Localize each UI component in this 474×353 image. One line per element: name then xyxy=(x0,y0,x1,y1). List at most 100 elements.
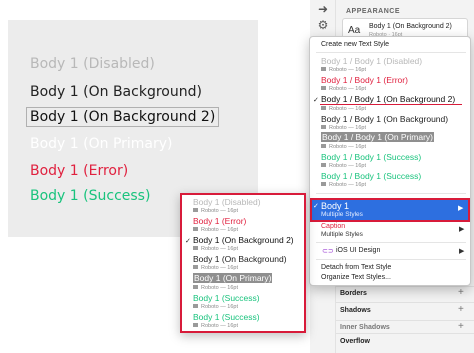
menu-style-on-background[interactable]: Body 1 / Body 1 (On Background) xyxy=(321,114,448,124)
menu-separator xyxy=(316,259,466,260)
style-meta: Roboto — 16pt xyxy=(321,144,366,150)
menu-separator xyxy=(316,193,466,194)
group-subtitle: Multiple Styles xyxy=(321,211,363,218)
on-primary-label: Body 1 / Body 1 (On Primary) xyxy=(321,132,435,142)
callout-underline xyxy=(320,104,462,105)
style-meta: Roboto — 16pt xyxy=(321,106,366,112)
body1-submenu: Body 1 (Disabled) Roboto — 16pt Body 1 (… xyxy=(180,193,306,333)
menu-group-ios[interactable]: iOS UI Design xyxy=(336,247,380,254)
font-icon xyxy=(193,208,198,212)
style-meta-text: Roboto — 16pt xyxy=(329,106,366,112)
menu-group-body1[interactable]: ✓ Body 1 Multiple Styles ▶ xyxy=(310,198,470,222)
font-icon xyxy=(193,304,198,308)
menu-style-on-background-2[interactable]: Body 1 / Body 1 (On Background 2) xyxy=(321,94,455,104)
text-style-menu: Create new Text Style Body 1 / Body 1 (D… xyxy=(309,36,471,286)
text-layer-on-primary[interactable]: Body 1 (On Primary) xyxy=(30,136,173,152)
style-meta-text: Roboto — 16pt xyxy=(329,144,366,150)
gear-icon[interactable]: ⚙ xyxy=(316,18,330,32)
submenu-style-error[interactable]: Body 1 (Error) xyxy=(193,216,246,226)
font-icon xyxy=(193,227,198,231)
style-meta-text: Roboto — 16pt xyxy=(201,304,238,310)
caption-subtitle: Multiple Styles xyxy=(321,231,363,238)
menu-style-success-2[interactable]: Body 1 / Body 1 (Success) xyxy=(321,171,421,181)
text-layer-error[interactable]: Body 1 (Error) xyxy=(30,163,128,179)
style-meta-text: Roboto — 16pt xyxy=(329,67,366,73)
submenu-style-on-background-2[interactable]: Body 1 (On Background 2) xyxy=(193,235,294,245)
style-meta-text: Roboto — 16pt xyxy=(329,182,366,188)
menu-separator xyxy=(316,52,466,53)
font-icon xyxy=(321,144,326,148)
style-meta-text: Roboto — 16pt xyxy=(201,227,238,233)
checkmark-icon: ✓ xyxy=(313,203,319,210)
divider xyxy=(336,320,474,321)
font-icon xyxy=(321,163,326,167)
submenu-style-success-2[interactable]: Body 1 (Success) xyxy=(193,312,260,322)
font-icon xyxy=(321,106,326,110)
text-style-aa-icon: Aa xyxy=(348,25,361,36)
checkmark-icon: ✓ xyxy=(185,238,191,245)
style-meta: Roboto — 16pt xyxy=(321,182,366,188)
style-meta: Roboto — 16pt xyxy=(193,304,238,310)
font-icon xyxy=(321,86,326,90)
shadows-section[interactable]: Shadows xyxy=(340,307,371,314)
font-icon xyxy=(193,323,198,327)
style-meta: Roboto — 16pt xyxy=(321,67,366,73)
menu-style-disabled[interactable]: Body 1 / Body 1 (Disabled) xyxy=(321,56,422,66)
style-meta-text: Roboto — 16pt xyxy=(201,323,238,329)
style-meta: Roboto — 16pt xyxy=(321,163,366,169)
create-text-style-item[interactable]: Create new Text Style xyxy=(321,41,389,48)
insert-arrow-icon[interactable]: ➜ xyxy=(316,2,330,16)
submenu-style-success[interactable]: Body 1 (Success) xyxy=(193,293,260,303)
submenu-style-disabled[interactable]: Body 1 (Disabled) xyxy=(193,197,261,207)
text-layer-on-background-2-selected[interactable]: Body 1 (On Background 2) xyxy=(25,107,220,127)
add-inner-shadow-icon[interactable]: + xyxy=(458,321,464,332)
font-icon xyxy=(321,182,326,186)
font-icon xyxy=(321,67,326,71)
chevron-right-icon: ▶ xyxy=(459,248,465,255)
style-meta-text: Roboto — 16pt xyxy=(201,265,238,271)
font-icon xyxy=(193,246,198,250)
style-meta: Roboto — 16pt xyxy=(321,125,366,131)
library-icon: ⊂⊃ xyxy=(322,248,334,255)
on-primary-label: Body 1 (On Primary) xyxy=(193,273,273,283)
menu-style-on-primary[interactable]: Body 1 / Body 1 (On Primary) xyxy=(321,132,435,142)
inner-shadows-section[interactable]: Inner Shadows xyxy=(340,324,390,331)
style-meta: Roboto — 16pt xyxy=(321,86,366,92)
style-meta: Roboto — 16pt xyxy=(193,285,238,291)
menu-group-caption[interactable]: Caption xyxy=(321,223,345,230)
overflow-section[interactable]: Overflow xyxy=(340,338,370,345)
divider xyxy=(336,286,474,287)
font-icon xyxy=(193,285,198,289)
detach-text-style-item[interactable]: Detach from Text Style xyxy=(321,264,391,271)
menu-separator xyxy=(316,242,466,243)
divider xyxy=(336,333,474,334)
text-style-name: Body 1 (On Background 2) xyxy=(369,23,452,30)
style-meta-text: Roboto — 16pt xyxy=(201,208,238,214)
style-meta-text: Roboto — 16pt xyxy=(329,125,366,131)
chevron-right-icon: ▶ xyxy=(458,205,464,212)
add-border-icon[interactable]: + xyxy=(458,287,464,298)
font-icon xyxy=(193,265,198,269)
borders-section[interactable]: Borders xyxy=(340,290,367,297)
style-meta-text: Roboto — 16pt xyxy=(201,246,238,252)
divider xyxy=(336,302,474,303)
submenu-style-on-background[interactable]: Body 1 (On Background) xyxy=(193,254,287,264)
chevron-right-icon: ▶ xyxy=(459,226,465,233)
menu-style-error[interactable]: Body 1 / Body 1 (Error) xyxy=(321,75,408,85)
text-layer-disabled[interactable]: Body 1 (Disabled) xyxy=(30,56,155,72)
text-layer-success[interactable]: Body 1 (Success) xyxy=(30,188,150,204)
style-meta: Roboto — 16pt xyxy=(193,265,238,271)
submenu-style-on-primary[interactable]: Body 1 (On Primary) xyxy=(193,273,273,283)
style-meta: Roboto — 16pt xyxy=(193,246,238,252)
menu-style-success[interactable]: Body 1 / Body 1 (Success) xyxy=(321,152,421,162)
group-title: Body 1 xyxy=(321,201,350,211)
style-meta: Roboto — 16pt xyxy=(193,323,238,329)
checkmark-icon: ✓ xyxy=(313,97,319,104)
organize-text-styles-item[interactable]: Organize Text Styles... xyxy=(321,274,391,281)
style-meta: Roboto — 16pt xyxy=(193,227,238,233)
add-shadow-icon[interactable]: + xyxy=(458,304,464,315)
appearance-section-label: APPEARANCE xyxy=(346,8,401,15)
font-icon xyxy=(321,125,326,129)
text-layer-on-background[interactable]: Body 1 (On Background) xyxy=(30,84,202,100)
style-meta-text: Roboto — 16pt xyxy=(329,86,366,92)
